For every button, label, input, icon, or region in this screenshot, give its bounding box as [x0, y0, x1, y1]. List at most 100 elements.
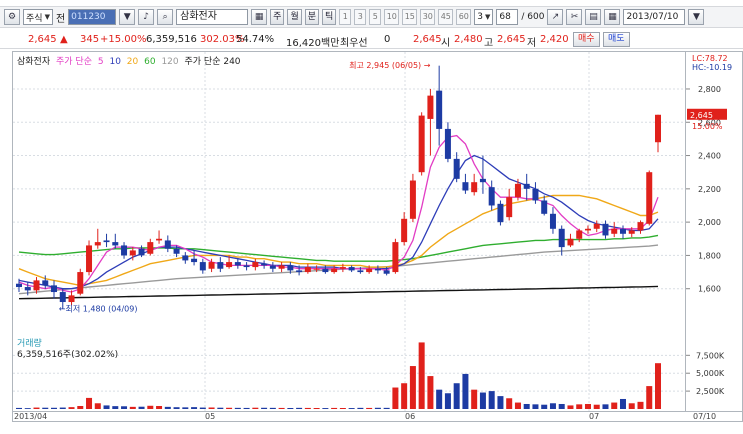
volume-bar [313, 407, 320, 409]
current-pct-label: 15.00% [692, 122, 723, 131]
price-legend: 삼화전자 주가 단순 5 10 20 60 120 주가 단순 240 [17, 54, 244, 67]
candle [497, 203, 504, 223]
low-label: 저 [527, 38, 537, 49]
candle [523, 183, 530, 189]
chart-settings-icon[interactable]: ⚙ [4, 9, 20, 25]
minute-60-button[interactable]: 60 [456, 9, 472, 25]
period-tick-button[interactable]: 틱 [322, 9, 337, 25]
stock-code-input[interactable]: 011230 [68, 9, 117, 25]
search-icon[interactable]: ⌕ [157, 9, 174, 25]
chevron-down-icon: ▼ [485, 13, 491, 21]
line-tool-icon[interactable]: ↗ [547, 9, 564, 25]
candle [331, 268, 338, 273]
y-tick-label: 2,800 [698, 85, 721, 94]
open-price: 2,480 [454, 34, 483, 45]
x-label-apr: 2013/04 [14, 412, 48, 421]
candle [322, 268, 329, 273]
x-label-jun: 06 [405, 412, 416, 421]
volume-panel[interactable]: 거래량 6,359,516주(302.02%) [13, 337, 685, 411]
volume-bar [611, 402, 618, 409]
pref-value: 0 [384, 34, 391, 45]
minute-select[interactable]: 3 ▼ [474, 9, 494, 25]
legend-ma60: 60 [144, 57, 156, 67]
volume-bar [68, 407, 75, 409]
volume-bar [541, 404, 548, 409]
candle [383, 270, 390, 274]
candle [24, 287, 31, 291]
volume-bar [77, 405, 84, 409]
volume-bar [287, 407, 294, 409]
volume-bar [471, 389, 478, 409]
candle [287, 265, 294, 271]
period-month-button[interactable]: 월 [287, 9, 302, 25]
speaker-icon[interactable]: ♪ [138, 9, 155, 25]
price-panel[interactable]: 최고 2,945 (06/05) → ←최저 1,480 (04/09) 삼화전자… [13, 52, 685, 333]
volume-bar [637, 401, 644, 409]
calendar-date-icon[interactable]: ▦ [604, 9, 621, 25]
x-label-jul: 07 [589, 412, 600, 421]
volume-bar [628, 403, 635, 409]
date-dropdown-icon[interactable]: ▼ [688, 9, 705, 25]
minute-45-button[interactable]: 45 [438, 9, 454, 25]
stock-name: 삼화전자 [176, 9, 249, 25]
volume-y-tick-label: 2,500K [696, 387, 725, 396]
candle [427, 95, 434, 119]
date-input[interactable]: 2013/07/10 [623, 9, 686, 25]
volume-bar [24, 408, 31, 409]
candle [121, 245, 128, 256]
volume-bar [646, 386, 653, 409]
volume-bar [532, 404, 539, 409]
print-icon[interactable]: ▤ [585, 9, 602, 25]
volume-bar [42, 407, 49, 409]
y-tick-label: 2,000 [698, 218, 721, 227]
minute-5-button[interactable]: 5 [369, 9, 382, 25]
minute-1-button[interactable]: 1 [339, 9, 352, 25]
candle [191, 258, 198, 263]
volume-summary: 6,359,516주(302.02%) [17, 350, 119, 360]
candle [33, 280, 40, 291]
code-dropdown-icon[interactable]: ▼ [119, 9, 136, 25]
volume-bar [593, 404, 600, 409]
scissors-icon[interactable]: ✂ [566, 9, 583, 25]
trade-amount: 16,420백만 [286, 38, 340, 49]
volume-bar [112, 406, 119, 409]
volume-bar [138, 406, 145, 409]
pref-label: 최우선 [340, 38, 368, 49]
candle [602, 223, 609, 236]
volume-bar [506, 398, 513, 409]
x-label-current-date: 07/10 [693, 412, 717, 421]
up-arrow-icon: ▲ [60, 34, 68, 45]
calendar-icon[interactable]: ▦ [251, 9, 268, 25]
candle [409, 180, 416, 219]
minute-30-button[interactable]: 30 [420, 9, 436, 25]
candle [339, 267, 346, 269]
volume-bar [383, 407, 390, 409]
volume-bar [392, 387, 399, 409]
volume-bar [121, 406, 128, 409]
minute-10-button[interactable]: 10 [384, 9, 400, 25]
volume-bar [339, 407, 346, 409]
turnover: 54.74% [236, 34, 275, 45]
candle [418, 115, 425, 173]
low-price: 2,420 [540, 34, 569, 45]
candle [576, 230, 583, 239]
period-week-button[interactable]: 주 [270, 9, 285, 25]
legend-ma240: 주가 단순 240 [184, 57, 241, 67]
candle [16, 283, 22, 288]
volume-bar [261, 407, 268, 409]
volume-bar [208, 407, 215, 409]
sell-button[interactable]: 매도 [603, 32, 630, 47]
candle [401, 218, 408, 243]
price-change: 345 [80, 34, 100, 45]
candle [628, 230, 635, 234]
buy-button[interactable]: 매수 [573, 32, 600, 47]
volume-bar [243, 407, 250, 409]
period-minute-button[interactable]: 분 [304, 9, 319, 25]
minute-15-button[interactable]: 15 [402, 9, 418, 25]
data-count-input[interactable]: 68 [496, 9, 519, 25]
x-axis: 2013/04 05 06 07 07/10 [13, 411, 743, 422]
minute-3-button[interactable]: 3 [354, 9, 367, 25]
volume-bar [549, 403, 556, 409]
volume-bar [576, 404, 583, 409]
market-select[interactable]: 주식 ▼ [23, 9, 53, 25]
